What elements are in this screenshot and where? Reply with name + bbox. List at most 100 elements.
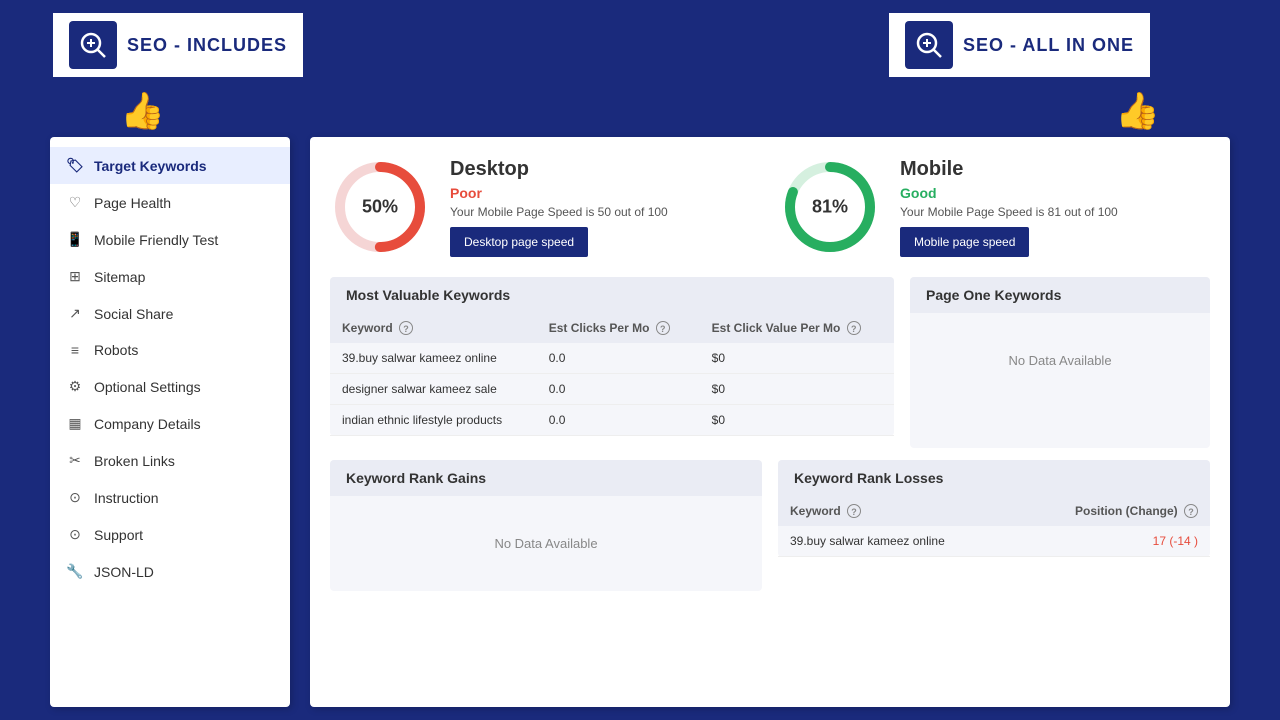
sidebar-item-social-share[interactable]: ↗ Social Share: [50, 295, 290, 332]
value-cell: $0: [700, 405, 894, 436]
desktop-donut: 50%: [330, 157, 430, 257]
sidebar-item-target-keywords[interactable]: 🏷 Target Keywords: [50, 147, 290, 184]
keyword-cell: indian ethnic lifestyle products: [330, 405, 537, 436]
main-content: 🏷 Target Keywords ♡ Page Health 📱 Mobile…: [0, 137, 1280, 707]
desktop-page-speed-button[interactable]: Desktop page speed: [450, 227, 588, 257]
sidebar-label-support: Support: [94, 527, 143, 543]
company-icon: ▦: [66, 415, 84, 432]
mobile-title: Mobile: [900, 158, 1118, 181]
sidebar-item-page-health[interactable]: ♡ Page Health: [50, 184, 290, 221]
page-one-keywords-section: Page One Keywords No Data Available: [910, 277, 1210, 448]
sidebar-item-support[interactable]: ⊙ Support: [50, 516, 290, 553]
sidebar-label-json-ld: JSON-LD: [94, 564, 154, 580]
keyword-cell: designer salwar kameez sale: [330, 374, 537, 405]
col-value: Est Click Value Per Mo ?: [700, 313, 894, 343]
support-icon: ⊙: [66, 526, 84, 543]
table-row: designer salwar kameez sale 0.0 $0: [330, 374, 894, 405]
sidebar-item-robots[interactable]: ≡ Robots: [50, 332, 290, 368]
loss-position-cell: 17 (-14 ): [1015, 526, 1210, 557]
sidebar-label-social-share: Social Share: [94, 306, 173, 322]
speed-row: 50% Desktop Poor Your Mobile Page Speed …: [330, 157, 1210, 257]
value-cell: $0: [700, 343, 894, 374]
mobile-donut: 81%: [780, 157, 880, 257]
thumbs-row: 👍 👍: [0, 90, 1280, 132]
table-row: indian ethnic lifestyle products 0.0 $0: [330, 405, 894, 436]
sidebar-label-optional-settings: Optional Settings: [94, 379, 201, 395]
seo-all-in-one-label: SEO - ALL IN ONE: [963, 35, 1134, 56]
keyword-cell: 39.buy salwar kameez online: [330, 343, 537, 374]
desktop-description: Your Mobile Page Speed is 50 out of 100: [450, 205, 668, 219]
rank-gains-no-data: No Data Available: [330, 496, 762, 591]
keyword-rank-gains-panel: Keyword Rank Gains No Data Available: [330, 460, 762, 591]
most-valuable-keywords-section: Most Valuable Keywords Keyword ? Est Cli…: [330, 277, 894, 448]
top-logos-row: SEO - INCLUDES SEO - ALL IN ONE: [0, 0, 1280, 90]
sidebar-label-mobile-friendly: Mobile Friendly Test: [94, 232, 218, 248]
clicks-cell: 0.0: [537, 343, 700, 374]
loss-col-position: Position (Change) ?: [1015, 496, 1210, 526]
most-valuable-keywords-table: Keyword ? Est Clicks Per Mo ? Est Click …: [330, 313, 894, 436]
sidebar-item-optional-settings[interactable]: ⚙ Optional Settings: [50, 368, 290, 405]
sitemap-icon: ⊞: [66, 268, 84, 285]
sidebar-item-json-ld[interactable]: 🔧 JSON-LD: [50, 553, 290, 590]
table-row: 39.buy salwar kameez online 0.0 $0: [330, 343, 894, 374]
value-cell: $0: [700, 374, 894, 405]
mobile-description: Your Mobile Page Speed is 81 out of 100: [900, 205, 1118, 219]
sidebar-item-broken-links[interactable]: ✂ Broken Links: [50, 442, 290, 479]
sidebar-label-company-details: Company Details: [94, 416, 201, 432]
mobile-icon: 📱: [66, 231, 84, 248]
clicks-cell: 0.0: [537, 374, 700, 405]
keyword-help-icon[interactable]: ?: [399, 321, 413, 335]
keyword-rank-losses-header: Keyword Rank Losses: [778, 460, 1210, 496]
keyword-rank-gains-header: Keyword Rank Gains: [330, 460, 762, 496]
page-one-keywords-header: Page One Keywords: [910, 277, 1210, 313]
instruction-icon: ⊙: [66, 489, 84, 506]
sidebar-label-target-keywords: Target Keywords: [94, 158, 207, 174]
desktop-score-label: 50%: [362, 197, 398, 218]
mobile-speed-info: Mobile Good Your Mobile Page Speed is 81…: [900, 158, 1118, 257]
keyword-rank-losses-panel: Keyword Rank Losses Keyword ? Position (…: [778, 460, 1210, 557]
sidebar-label-sitemap: Sitemap: [94, 269, 145, 285]
robots-icon: ≡: [66, 342, 84, 358]
loss-keyword-help-icon[interactable]: ?: [847, 504, 861, 518]
thumb-left-icon: 👍: [120, 90, 165, 132]
share-icon: ↗: [66, 305, 84, 322]
seo-includes-icon: [69, 21, 117, 69]
clicks-help-icon[interactable]: ?: [656, 321, 670, 335]
seo-includes-label: SEO - INCLUDES: [127, 35, 287, 56]
sidebar-item-mobile-friendly[interactable]: 📱 Mobile Friendly Test: [50, 221, 290, 258]
sidebar-label-page-health: Page Health: [94, 195, 171, 211]
keyword-rank-losses-section: Keyword Rank Losses Keyword ? Position (…: [778, 460, 1210, 603]
mobile-score-label: 81%: [812, 197, 848, 218]
json-ld-icon: 🔧: [66, 563, 84, 580]
sidebar-item-company-details[interactable]: ▦ Company Details: [50, 405, 290, 442]
seo-includes-logo[interactable]: SEO - INCLUDES: [50, 10, 306, 80]
page-one-keywords-panel: Page One Keywords No Data Available: [910, 277, 1210, 448]
rank-row: Keyword Rank Gains No Data Available Key…: [330, 460, 1210, 603]
sidebar-item-instruction[interactable]: ⊙ Instruction: [50, 479, 290, 516]
seo-all-in-one-logo[interactable]: SEO - ALL IN ONE: [886, 10, 1153, 80]
clicks-cell: 0.0: [537, 405, 700, 436]
desktop-status: Poor: [450, 185, 668, 201]
col-clicks: Est Clicks Per Mo ?: [537, 313, 700, 343]
loss-keyword-cell: 39.buy salwar kameez online: [778, 526, 1015, 557]
loss-position-help-icon[interactable]: ?: [1184, 504, 1198, 518]
seo-all-in-one-icon: [905, 21, 953, 69]
thumb-right-icon: 👍: [1115, 90, 1160, 132]
mobile-page-speed-button[interactable]: Mobile page speed: [900, 227, 1029, 257]
value-help-icon[interactable]: ?: [847, 321, 861, 335]
right-panel: 50% Desktop Poor Your Mobile Page Speed …: [310, 137, 1230, 707]
heart-icon: ♡: [66, 194, 84, 211]
col-keyword: Keyword ?: [330, 313, 537, 343]
mobile-status: Good: [900, 185, 1118, 201]
desktop-title: Desktop: [450, 158, 668, 181]
loss-col-keyword: Keyword ?: [778, 496, 1015, 526]
sidebar-label-instruction: Instruction: [94, 490, 159, 506]
loss-position-value: 17 (-14 ): [1153, 534, 1198, 548]
broken-links-icon: ✂: [66, 452, 84, 469]
page-one-no-data: No Data Available: [910, 313, 1210, 408]
mobile-speed-card: 81% Mobile Good Your Mobile Page Speed i…: [780, 157, 1210, 257]
sidebar-label-broken-links: Broken Links: [94, 453, 175, 469]
tag-icon: 🏷: [66, 157, 84, 174]
sidebar-item-sitemap[interactable]: ⊞ Sitemap: [50, 258, 290, 295]
rank-loss-table: Keyword ? Position (Change) ?: [778, 496, 1210, 557]
